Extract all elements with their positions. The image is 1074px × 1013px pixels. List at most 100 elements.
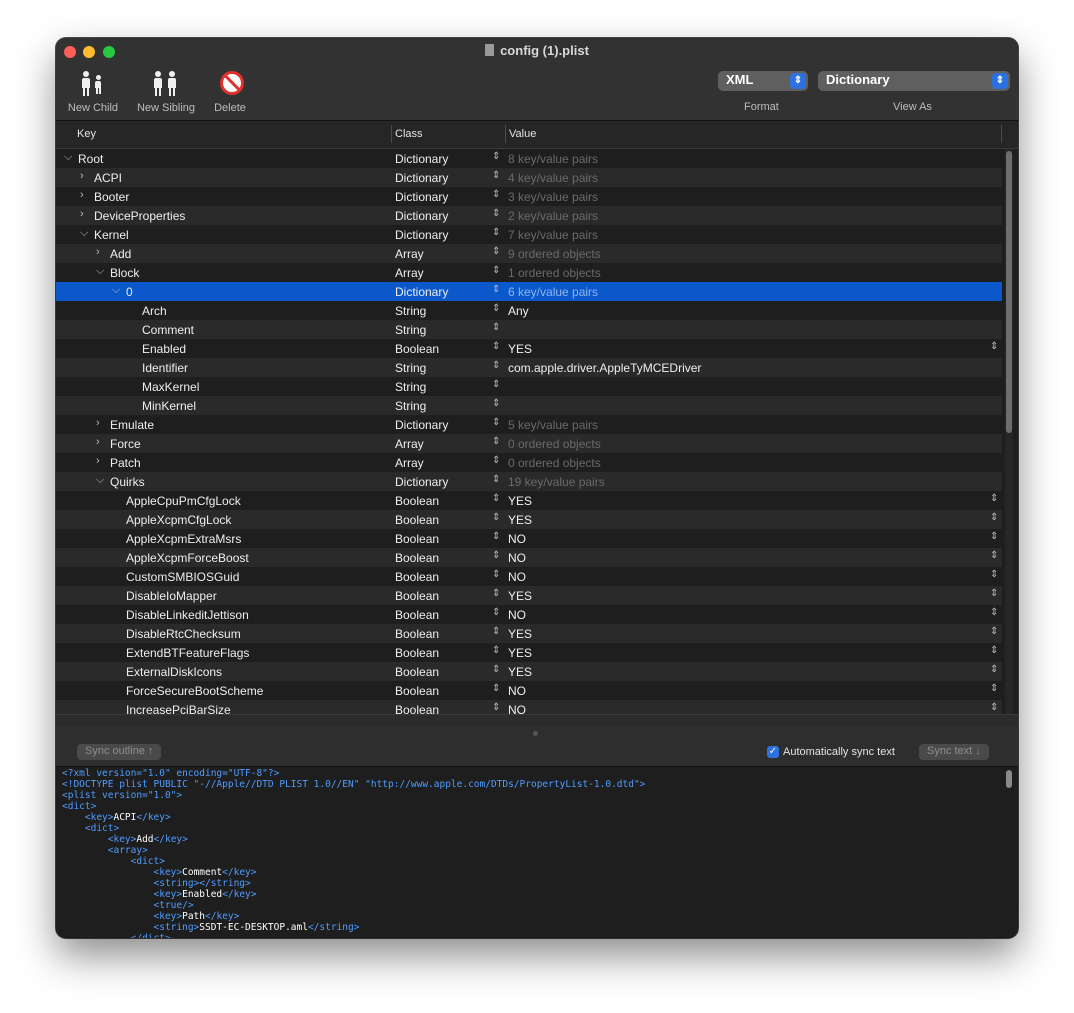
- outline-row[interactable]: AppleCpuPmCfgLock Boolean ⇕ YES ⇕: [56, 491, 1002, 510]
- row-value[interactable]: NO: [508, 608, 526, 622]
- column-header-key[interactable]: Key: [77, 128, 96, 140]
- class-stepper-icon[interactable]: ⇕: [492, 588, 500, 599]
- boolean-stepper-icon[interactable]: ⇕: [990, 702, 998, 713]
- row-key[interactable]: MinKernel: [142, 399, 196, 413]
- row-key[interactable]: Force: [110, 437, 141, 451]
- row-key[interactable]: CustomSMBIOSGuid: [126, 570, 239, 584]
- class-stepper-icon[interactable]: ⇕: [492, 227, 500, 238]
- row-key[interactable]: Comment: [142, 323, 194, 337]
- outline-row[interactable]: › ACPI Dictionary ⇕ 4 key/value pairs: [56, 168, 1002, 187]
- row-class[interactable]: Array: [395, 266, 424, 280]
- outline-row[interactable]: DisableIoMapper Boolean ⇕ YES ⇕: [56, 586, 1002, 605]
- row-key[interactable]: Block: [110, 266, 139, 280]
- row-class[interactable]: String: [395, 323, 426, 337]
- row-value[interactable]: com.apple.driver.AppleTyMCEDriver: [508, 361, 701, 375]
- class-stepper-icon[interactable]: ⇕: [492, 474, 500, 485]
- row-class[interactable]: Array: [395, 247, 424, 261]
- row-class[interactable]: Boolean: [395, 608, 439, 622]
- outline-row[interactable]: › Add Array ⇕ 9 ordered objects: [56, 244, 1002, 263]
- disclosure-triangle-icon[interactable]: ⌵: [112, 284, 120, 297]
- class-stepper-icon[interactable]: ⇕: [492, 379, 500, 390]
- row-value[interactable]: NO: [508, 532, 526, 546]
- auto-sync-checkbox[interactable]: ✓: [767, 746, 779, 758]
- class-stepper-icon[interactable]: ⇕: [492, 303, 500, 314]
- row-class[interactable]: Boolean: [395, 513, 439, 527]
- sync-text-button[interactable]: Sync text ↓: [919, 744, 989, 760]
- outline-row[interactable]: › Emulate Dictionary ⇕ 5 key/value pairs: [56, 415, 1002, 434]
- disclosure-triangle-icon[interactable]: ›: [96, 417, 100, 429]
- boolean-stepper-icon[interactable]: ⇕: [990, 550, 998, 561]
- row-value[interactable]: 7 key/value pairs: [508, 228, 598, 242]
- row-class[interactable]: Boolean: [395, 532, 439, 546]
- row-class[interactable]: Dictionary: [395, 171, 448, 185]
- outline-view[interactable]: ⌵ Root Dictionary ⇕ 8 key/value pairs › ACPI Di…: [56, 149, 1002, 714]
- disclosure-triangle-icon[interactable]: ›: [80, 208, 84, 220]
- class-stepper-icon[interactable]: ⇕: [492, 398, 500, 409]
- class-stepper-icon[interactable]: ⇕: [492, 151, 500, 162]
- row-value[interactable]: YES: [508, 589, 532, 603]
- row-class[interactable]: Boolean: [395, 494, 439, 508]
- class-stepper-icon[interactable]: ⇕: [492, 645, 500, 656]
- outline-row[interactable]: ⌵ 0 Dictionary ⇕ 6 key/value pairs: [56, 282, 1002, 301]
- row-class[interactable]: Boolean: [395, 646, 439, 660]
- outline-row[interactable]: Enabled Boolean ⇕ YES ⇕: [56, 339, 1002, 358]
- class-stepper-icon[interactable]: ⇕: [492, 455, 500, 466]
- row-value[interactable]: 0 ordered objects: [508, 456, 601, 470]
- new-sibling-button[interactable]: New Sibling: [132, 68, 200, 114]
- boolean-stepper-icon[interactable]: ⇕: [990, 341, 998, 352]
- row-value[interactable]: YES: [508, 342, 532, 356]
- column-header-value[interactable]: Value: [509, 128, 536, 140]
- class-stepper-icon[interactable]: ⇕: [492, 322, 500, 333]
- row-class[interactable]: Dictionary: [395, 209, 448, 223]
- outline-row[interactable]: IncreasePciBarSize Boolean ⇕ NO ⇕: [56, 700, 1002, 714]
- row-class[interactable]: String: [395, 304, 426, 318]
- outline-row[interactable]: AppleXcpmExtraMsrs Boolean ⇕ NO ⇕: [56, 529, 1002, 548]
- outline-row[interactable]: ⌵ Block Array ⇕ 1 ordered objects: [56, 263, 1002, 282]
- row-value[interactable]: 2 key/value pairs: [508, 209, 598, 223]
- row-class[interactable]: Dictionary: [395, 152, 448, 166]
- row-key[interactable]: AppleXcpmCfgLock: [126, 513, 231, 527]
- disclosure-triangle-icon[interactable]: ›: [96, 246, 100, 258]
- row-key[interactable]: DisableIoMapper: [126, 589, 217, 603]
- outline-row[interactable]: Comment String ⇕: [56, 320, 1002, 339]
- row-value[interactable]: NO: [508, 551, 526, 565]
- row-key[interactable]: ForceSecureBootScheme: [126, 684, 263, 698]
- class-stepper-icon[interactable]: ⇕: [492, 550, 500, 561]
- class-stepper-icon[interactable]: ⇕: [492, 170, 500, 181]
- class-stepper-icon[interactable]: ⇕: [492, 607, 500, 618]
- row-class[interactable]: Boolean: [395, 570, 439, 584]
- outline-row[interactable]: › Patch Array ⇕ 0 ordered objects: [56, 453, 1002, 472]
- row-value[interactable]: 4 key/value pairs: [508, 171, 598, 185]
- row-value[interactable]: 1 ordered objects: [508, 266, 601, 280]
- disclosure-triangle-icon[interactable]: ›: [80, 170, 84, 182]
- row-value[interactable]: YES: [508, 646, 532, 660]
- row-class[interactable]: Boolean: [395, 703, 439, 714]
- class-stepper-icon[interactable]: ⇕: [492, 284, 500, 295]
- row-key[interactable]: DeviceProperties: [94, 209, 185, 223]
- row-key[interactable]: Patch: [110, 456, 141, 470]
- row-key[interactable]: Arch: [142, 304, 167, 318]
- row-key[interactable]: Quirks: [110, 475, 145, 489]
- row-value[interactable]: YES: [508, 665, 532, 679]
- boolean-stepper-icon[interactable]: ⇕: [990, 531, 998, 542]
- class-stepper-icon[interactable]: ⇕: [492, 417, 500, 428]
- row-key[interactable]: Root: [78, 152, 103, 166]
- class-stepper-icon[interactable]: ⇕: [492, 246, 500, 257]
- class-stepper-icon[interactable]: ⇕: [492, 265, 500, 276]
- row-key[interactable]: AppleXcpmForceBoost: [126, 551, 249, 565]
- row-value[interactable]: Any: [508, 304, 529, 318]
- boolean-stepper-icon[interactable]: ⇕: [990, 588, 998, 599]
- xml-scrollbar[interactable]: [1005, 767, 1013, 938]
- outline-row[interactable]: AppleXcpmCfgLock Boolean ⇕ YES ⇕: [56, 510, 1002, 529]
- boolean-stepper-icon[interactable]: ⇕: [990, 493, 998, 504]
- class-stepper-icon[interactable]: ⇕: [492, 208, 500, 219]
- row-key[interactable]: IncreasePciBarSize: [126, 703, 231, 714]
- class-stepper-icon[interactable]: ⇕: [492, 436, 500, 447]
- boolean-stepper-icon[interactable]: ⇕: [990, 645, 998, 656]
- class-stepper-icon[interactable]: ⇕: [492, 531, 500, 542]
- disclosure-triangle-icon[interactable]: ›: [96, 455, 100, 467]
- row-value[interactable]: YES: [508, 627, 532, 641]
- row-key[interactable]: Booter: [94, 190, 129, 204]
- outline-row[interactable]: ⌵ Kernel Dictionary ⇕ 7 key/value pairs: [56, 225, 1002, 244]
- disclosure-triangle-icon[interactable]: ⌵: [96, 265, 104, 278]
